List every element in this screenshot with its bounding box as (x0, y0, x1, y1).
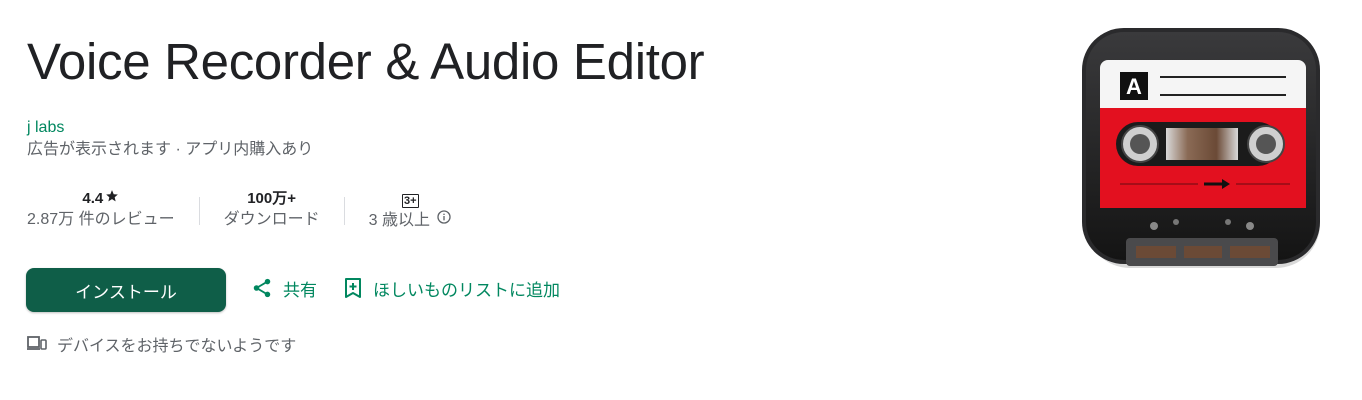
developer-link[interactable]: j labs (27, 118, 64, 138)
star-icon (105, 189, 119, 209)
app-icon: A (1080, 26, 1324, 270)
rating-count: 2.87万 件のレビュー (27, 211, 175, 228)
bookmark-add-icon (343, 277, 363, 305)
share-icon (251, 277, 273, 305)
rating-value: 4.4 (82, 190, 104, 207)
age-rating-label: 3 歳以上 (368, 211, 430, 229)
app-stats: 4.4 2.87万 件のレビュー 100万+ ダウンロード 3+ 3 歳以上 (27, 189, 476, 235)
share-button[interactable]: 共有 (251, 277, 317, 305)
downloads-stat: 100万+ ダウンロード (200, 189, 344, 231)
device-note-text: デバイスをお持ちでないようです (57, 337, 297, 355)
downloads-value: 100万+ (247, 190, 296, 207)
devices-icon (27, 334, 47, 359)
monetization-info: 広告が表示されます · アプリ内購入あり (27, 141, 314, 158)
share-label: 共有 (283, 281, 317, 300)
age-rating-stat: 3+ 3 歳以上 (345, 189, 476, 232)
device-availability-note: デバイスをお持ちでないようです (27, 334, 296, 359)
rating-stat[interactable]: 4.4 2.87万 件のレビュー (27, 189, 199, 231)
downloads-label: ダウンロード (223, 211, 320, 228)
wishlist-label: ほしいものリストに追加 (373, 281, 560, 300)
add-to-wishlist-button[interactable]: ほしいものリストに追加 (343, 277, 560, 305)
svg-text:A: A (1126, 74, 1142, 99)
age-rating-badge: 3+ (402, 193, 419, 208)
app-title: Voice Recorder & Audio Editor (27, 33, 705, 90)
info-icon[interactable] (436, 209, 452, 232)
install-button[interactable]: インストール (26, 268, 226, 312)
